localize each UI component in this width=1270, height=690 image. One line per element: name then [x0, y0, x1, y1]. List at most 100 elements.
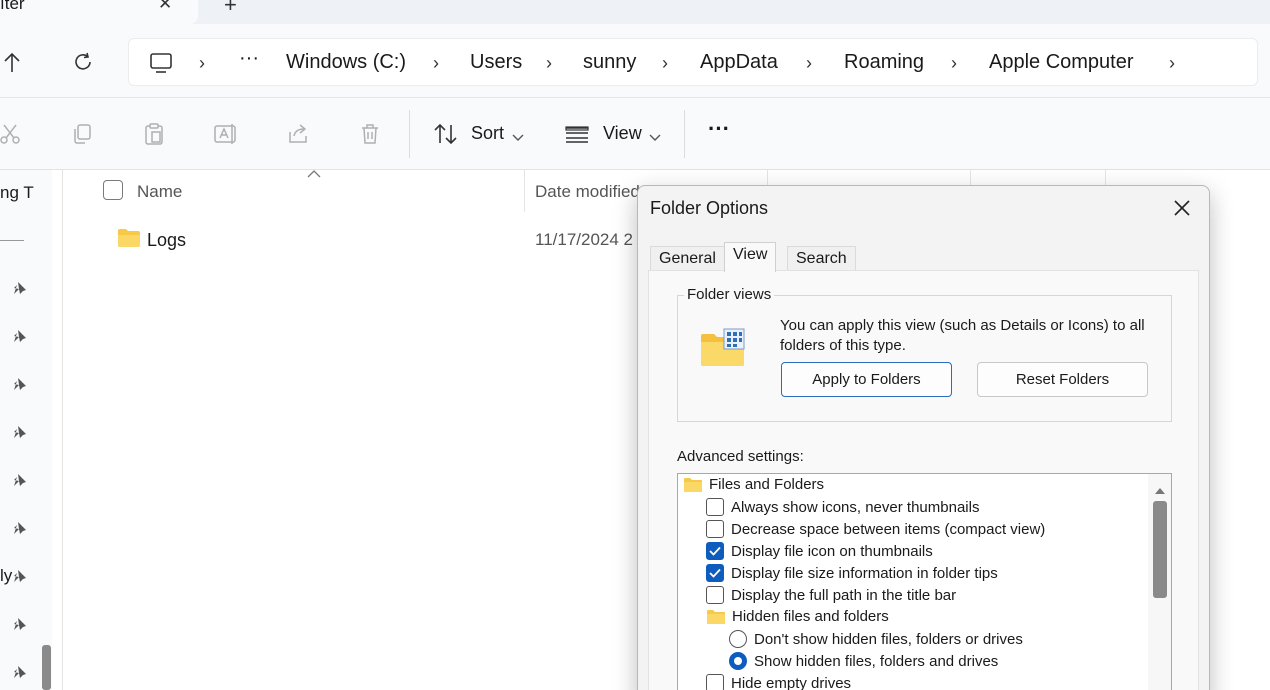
chevron-right-icon[interactable]: ›: [199, 53, 205, 74]
chevron-down-icon[interactable]: [649, 129, 661, 147]
explorer-tab[interactable]: ıter ✕: [0, 0, 198, 24]
checkbox[interactable]: [706, 520, 724, 538]
chevron-right-icon[interactable]: ›: [951, 53, 957, 74]
delete-icon[interactable]: [356, 120, 384, 148]
nav-scrollbar-thumb[interactable]: [42, 645, 51, 690]
folder-icon: [683, 477, 703, 493]
command-bar: Sort View ···: [0, 98, 1270, 170]
sort-icon[interactable]: [432, 120, 460, 148]
tab-view[interactable]: View: [724, 242, 777, 272]
chevron-right-icon[interactable]: ›: [662, 53, 668, 74]
option-hide-empty-drives[interactable]: Hide empty drives: [706, 674, 851, 690]
dialog-title: Folder Options: [650, 198, 769, 218]
radio-button[interactable]: [729, 630, 747, 648]
address-row: › ··· Windows (C:) › Users › sunny › App…: [0, 24, 1270, 98]
up-arrow-icon[interactable]: [0, 50, 24, 74]
tab-search[interactable]: Search: [787, 246, 856, 271]
checkbox-checked[interactable]: [706, 564, 724, 582]
column-header-name[interactable]: Name: [137, 182, 182, 202]
option-dont-show-hidden[interactable]: Don't show hidden files, folders or driv…: [729, 630, 1023, 648]
radio-button-selected[interactable]: [729, 652, 747, 670]
chevron-right-icon[interactable]: ›: [433, 53, 439, 74]
tab-title: ıter: [0, 0, 25, 13]
tab-general[interactable]: General: [650, 246, 725, 271]
option-label: Display the full path in the title bar: [731, 586, 957, 604]
paste-icon[interactable]: [140, 120, 168, 148]
breadcrumb-windows-c[interactable]: Windows (C:): [286, 51, 406, 74]
tab-panel-view: Folder views You can apply this view (su…: [648, 270, 1199, 690]
more-options-button[interactable]: ···: [708, 116, 730, 142]
option-file-icon-thumbnails[interactable]: Display file icon on thumbnails: [706, 542, 933, 560]
file-name[interactable]: Logs: [147, 230, 186, 251]
option-label: Show hidden files, folders and drives: [754, 652, 999, 670]
pin-icon: [12, 568, 28, 584]
select-all-checkbox[interactable]: [103, 180, 123, 200]
option-full-path-title[interactable]: Display the full path in the title bar: [706, 586, 956, 604]
folder-views-legend: Folder views: [684, 286, 775, 303]
breadcrumb-apple-computer[interactable]: Apple Computer: [989, 51, 1134, 74]
apply-to-folders-button[interactable]: Apply to Folders: [781, 362, 952, 397]
checkmark-icon: [709, 546, 721, 556]
list-item: Hidden files and folders: [706, 608, 889, 625]
advanced-settings-label: Advanced settings:: [677, 448, 804, 465]
option-label: Display file icon on thumbnails: [731, 542, 933, 560]
option-label: Don't show hidden files, folders or driv…: [754, 630, 1023, 648]
option-group-label: Hidden files and folders: [732, 608, 889, 625]
option-show-hidden[interactable]: Show hidden files, folders and drives: [729, 652, 998, 670]
pin-icon: [12, 376, 28, 392]
close-icon[interactable]: [1170, 196, 1194, 220]
option-file-size-tips[interactable]: Display file size information in folder …: [706, 564, 998, 582]
new-tab-icon[interactable]: +: [224, 0, 237, 18]
option-compact-view[interactable]: Decrease space between items (compact vi…: [706, 520, 1045, 538]
option-always-show-icons[interactable]: Always show icons, never thumbnails: [706, 498, 979, 516]
folder-views-group: Folder views You can apply this view (su…: [677, 286, 1172, 422]
column-divider[interactable]: [524, 170, 525, 212]
view-icon[interactable]: [563, 120, 591, 148]
tab-close-icon[interactable]: ✕: [158, 0, 172, 14]
pin-icon: [12, 424, 28, 440]
nav-item-label[interactable]: ng T: [0, 183, 34, 203]
scroll-up-icon[interactable]: [1154, 482, 1166, 500]
breadcrumb-sunny[interactable]: sunny: [583, 51, 636, 74]
chevron-right-icon[interactable]: ›: [806, 53, 812, 74]
breadcrumb-overflow[interactable]: ···: [239, 47, 259, 70]
address-bar[interactable]: › ··· Windows (C:) › Users › sunny › App…: [128, 38, 1258, 86]
breadcrumb-roaming[interactable]: Roaming: [844, 51, 924, 74]
view-button[interactable]: View: [603, 123, 642, 144]
breadcrumb-appdata[interactable]: AppData: [700, 51, 778, 74]
pin-icon: [12, 472, 28, 488]
reset-folders-button[interactable]: Reset Folders: [977, 362, 1148, 397]
checkbox[interactable]: [706, 586, 724, 604]
chevron-down-icon[interactable]: [512, 129, 524, 147]
folder-views-description: You can apply this view (such as Details…: [780, 317, 1145, 354]
vertical-scrollbar[interactable]: [1148, 474, 1171, 690]
list-item: Files and Folders: [683, 476, 824, 493]
breadcrumb-users[interactable]: Users: [470, 51, 522, 74]
cut-icon[interactable]: [0, 120, 24, 148]
option-label: Display file size information in folder …: [731, 564, 998, 582]
sort-button[interactable]: Sort: [471, 123, 504, 144]
checkbox[interactable]: [706, 498, 724, 516]
checkmark-icon: [709, 568, 721, 578]
scrollbar-thumb[interactable]: [1153, 501, 1167, 598]
pin-icon: [12, 520, 28, 536]
column-header-date[interactable]: Date modified: [535, 182, 640, 202]
folder-options-dialog: Folder Options General View Search Folde…: [637, 185, 1210, 690]
nav-item-label[interactable]: ly: [0, 566, 12, 586]
option-label: Always show icons, never thumbnails: [731, 498, 980, 516]
toolbar-divider: [409, 110, 410, 158]
pin-icon: [12, 328, 28, 344]
advanced-settings-list[interactable]: Files and Folders Always show icons, nev…: [677, 473, 1172, 690]
file-date: 11/17/2024 2: [535, 230, 633, 249]
copy-icon[interactable]: [68, 120, 96, 148]
folder-view-icon: [700, 328, 746, 373]
computer-icon[interactable]: [149, 51, 173, 80]
share-icon[interactable]: [284, 120, 312, 148]
checkbox-checked[interactable]: [706, 542, 724, 560]
refresh-icon[interactable]: [71, 50, 95, 74]
checkbox[interactable]: [706, 674, 724, 690]
rename-icon[interactable]: [212, 120, 240, 148]
chevron-right-icon[interactable]: ›: [1169, 53, 1175, 74]
navigation-pane: ng T ly: [0, 170, 52, 690]
chevron-right-icon[interactable]: ›: [546, 53, 552, 74]
